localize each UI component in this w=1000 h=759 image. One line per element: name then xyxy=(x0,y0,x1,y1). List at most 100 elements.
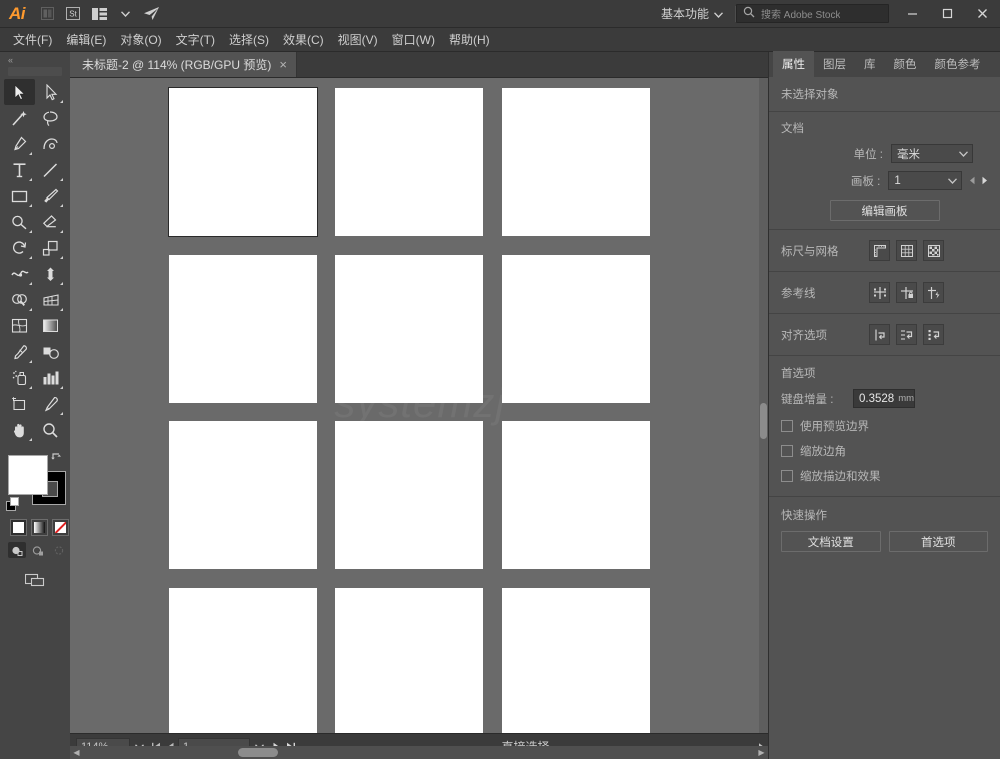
symbol-sprayer-tool[interactable] xyxy=(4,365,35,391)
preview-bounds-checkbox[interactable] xyxy=(781,420,793,432)
draw-inside-button[interactable] xyxy=(50,542,68,558)
show-guides-button[interactable] xyxy=(869,282,890,303)
adobe-stock-search[interactable]: 搜索 Adobe Stock xyxy=(736,4,889,23)
slice-tool[interactable] xyxy=(35,391,66,417)
preview-bounds-checkbox-row[interactable]: 使用预览边界 xyxy=(781,418,988,434)
show-rulers-button[interactable] xyxy=(869,240,890,261)
close-button[interactable] xyxy=(965,0,1000,28)
hand-tool[interactable] xyxy=(4,417,35,443)
horizontal-scroll-track[interactable] xyxy=(83,746,755,759)
draw-normal-button[interactable] xyxy=(8,542,26,558)
zoom-tool[interactable] xyxy=(35,417,66,443)
menu-effect[interactable]: 效果(C) xyxy=(276,28,331,51)
scale-corners-checkbox-row[interactable]: 缩放边角 xyxy=(781,443,988,459)
scale-corners-checkbox[interactable] xyxy=(781,445,793,457)
artboard-10[interactable] xyxy=(169,588,317,733)
artboard-5[interactable] xyxy=(335,255,483,403)
column-graph-tool[interactable] xyxy=(35,365,66,391)
canvas-area[interactable]: systemzj xyxy=(70,78,768,733)
keyboard-increment-field[interactable]: 0.3528 mm xyxy=(853,389,915,408)
maximize-button[interactable] xyxy=(930,0,965,28)
canvas-horizontal-scrollbar[interactable]: ◀ ▶ xyxy=(70,746,768,759)
magic-wand-tool[interactable] xyxy=(4,105,35,131)
lasso-tool[interactable] xyxy=(35,105,66,131)
artboard-4[interactable] xyxy=(169,255,317,403)
mesh-tool[interactable] xyxy=(4,313,35,339)
document-tab[interactable]: 未标题-2 @ 114% (RGB/GPU 预览) × xyxy=(70,52,297,77)
blend-tool[interactable] xyxy=(35,339,66,365)
arrange-documents-icon[interactable] xyxy=(86,0,112,28)
share-icon[interactable] xyxy=(138,0,164,28)
scroll-left-icon[interactable]: ◀ xyxy=(70,746,83,759)
tab-properties[interactable]: 属性 xyxy=(773,51,814,77)
snap-to-pixel-button[interactable] xyxy=(923,324,944,345)
vertical-scroll-thumb[interactable] xyxy=(760,403,767,439)
rectangle-tool[interactable] xyxy=(4,183,35,209)
menu-help[interactable]: 帮助(H) xyxy=(442,28,497,51)
type-tool[interactable] xyxy=(4,157,35,183)
menu-object[interactable]: 对象(O) xyxy=(113,28,168,51)
fill-swatch[interactable] xyxy=(8,455,48,495)
rotate-tool[interactable] xyxy=(4,235,35,261)
close-icon[interactable]: × xyxy=(279,58,287,71)
direct-selection-tool[interactable] xyxy=(35,79,66,105)
artboard-12[interactable] xyxy=(502,588,650,733)
artboard-9[interactable] xyxy=(502,421,650,569)
horizontal-scroll-thumb[interactable] xyxy=(238,748,278,757)
shape-builder-tool[interactable] xyxy=(4,287,35,313)
tab-color[interactable]: 颜色 xyxy=(885,51,926,77)
default-fill-stroke-icon[interactable] xyxy=(6,497,22,513)
artboard-8[interactable] xyxy=(335,421,483,569)
menu-type[interactable]: 文字(T) xyxy=(169,28,222,51)
tools-panel-grip[interactable] xyxy=(8,67,62,76)
draw-behind-button[interactable] xyxy=(29,542,47,558)
tab-layers[interactable]: 图层 xyxy=(814,51,855,77)
menu-select[interactable]: 选择(S) xyxy=(222,28,276,51)
search-input[interactable]: 搜索 Adobe Stock xyxy=(761,6,840,21)
edit-artboards-button[interactable]: 编辑画板 xyxy=(829,200,940,221)
change-screen-mode-button[interactable] xyxy=(23,570,47,588)
selection-tool[interactable] xyxy=(4,79,35,105)
scale-strokes-checkbox-row[interactable]: 缩放描边和效果 xyxy=(781,468,988,484)
menu-edit[interactable]: 编辑(E) xyxy=(59,28,113,51)
workspace-switcher[interactable]: 基本功能 xyxy=(653,4,731,24)
menu-view[interactable]: 视图(V) xyxy=(331,28,385,51)
show-transparency-grid-button[interactable] xyxy=(923,240,944,261)
artboard-1[interactable] xyxy=(168,87,318,237)
shaper-tool[interactable] xyxy=(4,209,35,235)
artboard-2[interactable] xyxy=(335,88,483,236)
unit-select[interactable]: 毫米 xyxy=(891,144,973,163)
scroll-right-icon[interactable]: ▶ xyxy=(755,746,768,759)
artboard-11[interactable] xyxy=(335,588,483,733)
eyedropper-tool[interactable] xyxy=(4,339,35,365)
artboard-select[interactable]: 1 xyxy=(888,171,962,190)
artboard-7[interactable] xyxy=(169,421,317,569)
snap-to-grid-button[interactable] xyxy=(896,324,917,345)
chevron-down-icon[interactable] xyxy=(112,0,138,28)
show-grid-button[interactable] xyxy=(896,240,917,261)
width-tool[interactable] xyxy=(4,261,35,287)
menu-file[interactable]: 文件(F) xyxy=(6,28,59,51)
scale-strokes-checkbox[interactable] xyxy=(781,470,793,482)
document-setup-button[interactable]: 文档设置 xyxy=(781,531,881,552)
artboard-3[interactable] xyxy=(502,88,650,236)
gradient-mode-button[interactable] xyxy=(31,519,48,536)
prev-artboard-icon[interactable] xyxy=(969,174,976,188)
artboard-6[interactable] xyxy=(502,255,650,403)
line-segment-tool[interactable] xyxy=(35,157,66,183)
tab-libraries[interactable]: 库 xyxy=(855,51,885,77)
curvature-tool[interactable] xyxy=(35,131,66,157)
smart-guides-button[interactable] xyxy=(923,282,944,303)
none-mode-button[interactable] xyxy=(52,519,69,536)
paintbrush-tool[interactable] xyxy=(35,183,66,209)
minimize-button[interactable] xyxy=(895,0,930,28)
artboard-tool[interactable] xyxy=(4,391,35,417)
eraser-tool[interactable] xyxy=(35,209,66,235)
scale-tool[interactable] xyxy=(35,235,66,261)
lock-guides-button[interactable] xyxy=(896,282,917,303)
snap-to-point-button[interactable] xyxy=(869,324,890,345)
stock-icon[interactable]: St xyxy=(60,0,86,28)
menu-window[interactable]: 窗口(W) xyxy=(385,28,442,51)
preferences-button[interactable]: 首选项 xyxy=(888,531,988,552)
bridge-icon[interactable] xyxy=(34,0,60,28)
